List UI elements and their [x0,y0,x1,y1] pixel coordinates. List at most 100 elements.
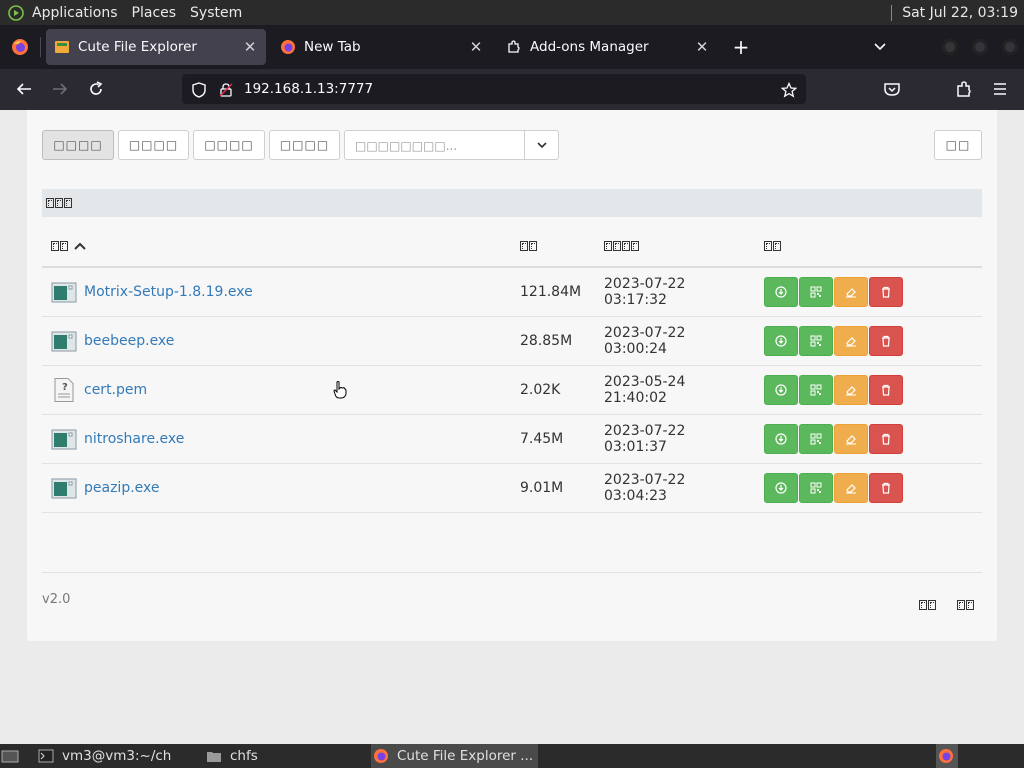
download-icon [775,383,787,396]
firefox-icon [373,748,389,764]
toolbar-button-3[interactable]: □□□□ [193,130,265,160]
delete-button[interactable] [869,276,903,307]
breadcrumb[interactable] [42,189,982,217]
tab-cute-file-explorer[interactable]: Cute File Explorer ✕ [46,29,266,65]
qrcode-button[interactable] [799,423,833,454]
url-bar[interactable]: 192.168.1.13:7777 [182,74,806,104]
footer-link-1[interactable] [919,594,937,613]
edit-button[interactable] [834,423,868,454]
trash-icon [882,286,890,298]
clock-text: Sat Jul 22, 03:19 [902,4,1018,21]
distro-logo-icon[interactable] [6,3,26,23]
column-header-modified[interactable] [595,225,755,268]
file-link[interactable]: peazip.exe [84,480,160,496]
delete-button[interactable] [869,423,903,454]
delete-button[interactable] [869,374,903,405]
close-tab-icon[interactable]: ✕ [468,38,484,56]
insecure-lock-icon[interactable] [217,81,235,99]
file-link[interactable]: nitroshare.exe [84,431,184,447]
taskbar-label: vm3@vm3:~/ch [62,748,172,764]
app-menu-button[interactable] [988,77,1012,101]
file-date: 2023-07-22 03:04:23 [595,463,755,513]
file-actions-cell [755,267,982,317]
menu-applications[interactable]: Applications [32,5,118,21]
taskbar-item-terminal[interactable]: vm3@vm3:~/ch [38,744,198,768]
download-button[interactable] [764,423,798,454]
file-link[interactable]: cert.pem [84,382,147,398]
close-tab-icon[interactable]: ✕ [242,38,258,56]
qrcode-button[interactable] [799,374,833,405]
download-button[interactable] [764,276,798,307]
header-glyph [604,240,612,251]
qrcode-button[interactable] [799,276,833,307]
toolbar-button-4[interactable]: □□□□ [269,130,340,160]
edit-button[interactable] [834,472,868,503]
reload-button[interactable] [84,77,108,101]
shield-icon[interactable] [190,81,208,99]
delete-button[interactable] [869,472,903,503]
pocket-button[interactable] [880,77,904,101]
filter-dropdown[interactable]: □□□□□□□□... [344,130,559,160]
tab-new-tab[interactable]: New Tab ✕ [272,29,492,65]
column-header-name[interactable] [42,225,511,268]
header-glyph [529,240,537,251]
minimize-window-button[interactable] [942,39,958,55]
workspace-switcher[interactable] [936,744,958,768]
toolbar-button-2[interactable]: □□□□ [118,130,189,160]
header-glyph [51,240,59,251]
extensions-button[interactable] [952,77,976,101]
close-window-button[interactable] [1002,39,1018,55]
tab-label: New Tab [304,39,361,55]
taskbar-item-firefox[interactable]: Cute File Explorer ... [371,744,538,768]
bookmark-star-icon[interactable] [780,81,798,99]
footer-glyph [966,599,974,610]
download-icon [775,432,787,445]
forward-button[interactable] [48,77,72,101]
maximize-window-button[interactable] [972,39,988,55]
cute-favicon-icon [54,39,70,55]
file-name-cell: Motrix-Setup-1.8.19.exe [42,267,511,317]
header-glyph [520,240,528,251]
trash-icon [882,384,890,396]
file-link[interactable]: beebeep.exe [84,333,174,349]
header-glyph [60,240,68,251]
breadcrumb-glyph [64,198,72,208]
download-button[interactable] [764,374,798,405]
column-header-size[interactable] [511,225,595,268]
file-date: 2023-07-22 03:00:24 [595,316,755,366]
new-tab-button[interactable]: + [726,32,756,62]
download-button[interactable] [764,325,798,356]
edit-button[interactable] [834,325,868,356]
edit-button[interactable] [834,276,868,307]
panel-clock[interactable]: Sat Jul 22, 03:19 [891,0,1018,25]
header-glyph [622,240,630,251]
qrcode-button[interactable] [799,325,833,356]
back-button[interactable] [12,77,36,101]
file-name-wrap: nitroshare.exe [51,427,502,451]
list-all-tabs-button[interactable] [868,32,892,62]
footer-link-2[interactable] [957,594,975,613]
tab-separator [40,37,41,57]
firefox-view-icon[interactable] [0,25,40,69]
desktop-icon [1,750,19,763]
filter-placeholder: □□□□□□□□... [355,139,458,153]
download-button[interactable] [764,472,798,503]
pocket-icon [884,83,900,96]
toolbar-button-1[interactable]: □□□□ [42,130,114,160]
show-desktop-button[interactable] [0,744,24,768]
action-group [764,423,973,454]
qrcode-button[interactable] [799,472,833,503]
taskbar-item-chfs[interactable]: chfs [206,744,366,768]
eraser-icon [846,385,856,395]
header-glyph [764,240,772,251]
close-tab-icon[interactable]: ✕ [694,38,710,56]
file-link[interactable]: Motrix-Setup-1.8.19.exe [84,284,253,300]
menu-places[interactable]: Places [132,5,177,21]
delete-button[interactable] [869,325,903,356]
table-row: nitroshare.exe 7.45M 2023-07-22 03:01:37 [42,414,982,464]
menu-system[interactable]: System [190,5,242,21]
edit-button[interactable] [834,374,868,405]
chevron-down-icon[interactable] [524,131,558,159]
toolbar-right-button[interactable]: □□ [934,130,982,160]
tab-addons-manager[interactable]: Add-ons Manager ✕ [498,29,718,65]
